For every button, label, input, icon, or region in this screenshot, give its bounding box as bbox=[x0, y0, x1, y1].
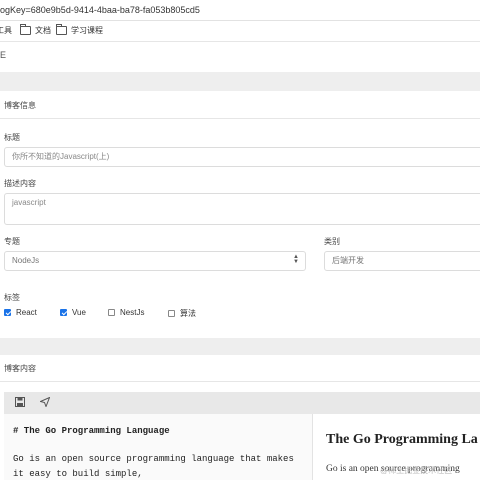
section-title-blog-content: 博客内容 bbox=[4, 364, 36, 373]
tag-label: NestJs bbox=[120, 308, 145, 317]
markdown-line: it easy to build simple, bbox=[13, 469, 143, 479]
title-input[interactable]: 你所不知道的Javascript(上) bbox=[4, 147, 480, 167]
tag-algorithm-checkbox[interactable]: 算法 bbox=[168, 308, 196, 319]
divider bbox=[0, 381, 480, 382]
checkbox-icon[interactable] bbox=[108, 309, 115, 316]
tag-label: 算法 bbox=[180, 309, 196, 318]
desc-label: 描述内容 bbox=[4, 179, 36, 188]
save-icon[interactable] bbox=[14, 397, 26, 409]
folder-icon bbox=[20, 24, 31, 35]
bookmark-label: 文档 bbox=[35, 26, 51, 35]
select-arrows-icon: ▲ ▼ bbox=[293, 254, 299, 265]
page-top-label: E bbox=[0, 50, 7, 60]
url-text[interactable]: ogKey=680e9b5d-9414-4baa-ba78-fa053b805c… bbox=[0, 5, 200, 15]
category-label: 类别 bbox=[324, 237, 340, 246]
preview-heading: The Go Programming La bbox=[326, 432, 478, 447]
bookmark-label: 学习课程 bbox=[71, 26, 103, 35]
section-title-blog-info: 博客信息 bbox=[4, 101, 36, 110]
category-select[interactable]: 后端开发 bbox=[324, 251, 480, 271]
bookmarks-bar: 工具 文档 学习课程 bbox=[0, 21, 480, 42]
markdown-line: # The Go Programming Language bbox=[13, 426, 170, 436]
section-band bbox=[0, 338, 480, 355]
checkbox-icon[interactable] bbox=[168, 310, 175, 317]
tag-label: Vue bbox=[72, 308, 86, 317]
title-label: 标题 bbox=[4, 133, 20, 142]
watermark: @稀土掘金技术社区 bbox=[380, 466, 453, 475]
markdown-source-pane[interactable]: # The Go Programming Language Go is an o… bbox=[4, 414, 313, 480]
tag-label: React bbox=[16, 308, 37, 317]
bookmark-tools[interactable]: 工具 bbox=[0, 25, 12, 36]
tag-vue-checkbox[interactable]: Vue bbox=[60, 308, 86, 317]
topic-select[interactable]: NodeJs ▲ ▼ bbox=[4, 251, 306, 271]
tag-nestjs-checkbox[interactable]: NestJs bbox=[108, 308, 144, 317]
title-value: 你所不知道的Javascript(上) bbox=[12, 152, 110, 161]
folder-icon bbox=[56, 24, 67, 35]
url-bar[interactable]: ogKey=680e9b5d-9414-4baa-ba78-fa053b805c… bbox=[0, 0, 480, 21]
tags-label: 标签 bbox=[4, 293, 20, 302]
bookmark-label: 工具 bbox=[0, 26, 12, 35]
checkbox-checked-icon[interactable] bbox=[60, 309, 67, 316]
divider bbox=[0, 118, 480, 119]
desc-value: javascript bbox=[12, 198, 46, 207]
checkbox-checked-icon[interactable] bbox=[4, 309, 11, 316]
tag-react-checkbox[interactable]: React bbox=[4, 308, 37, 317]
topic-value: NodeJs bbox=[12, 256, 40, 265]
topic-label: 专题 bbox=[4, 237, 20, 246]
category-placeholder: 后端开发 bbox=[332, 256, 364, 265]
editor-toolbar bbox=[4, 392, 480, 415]
markdown-line: Go is an open source programming languag… bbox=[13, 454, 294, 464]
send-icon[interactable] bbox=[38, 396, 51, 409]
bookmark-docs[interactable]: 文档 bbox=[20, 24, 51, 36]
desc-textarea[interactable]: javascript bbox=[4, 193, 480, 225]
bookmark-courses[interactable]: 学习课程 bbox=[56, 24, 103, 36]
section-band bbox=[0, 72, 480, 91]
